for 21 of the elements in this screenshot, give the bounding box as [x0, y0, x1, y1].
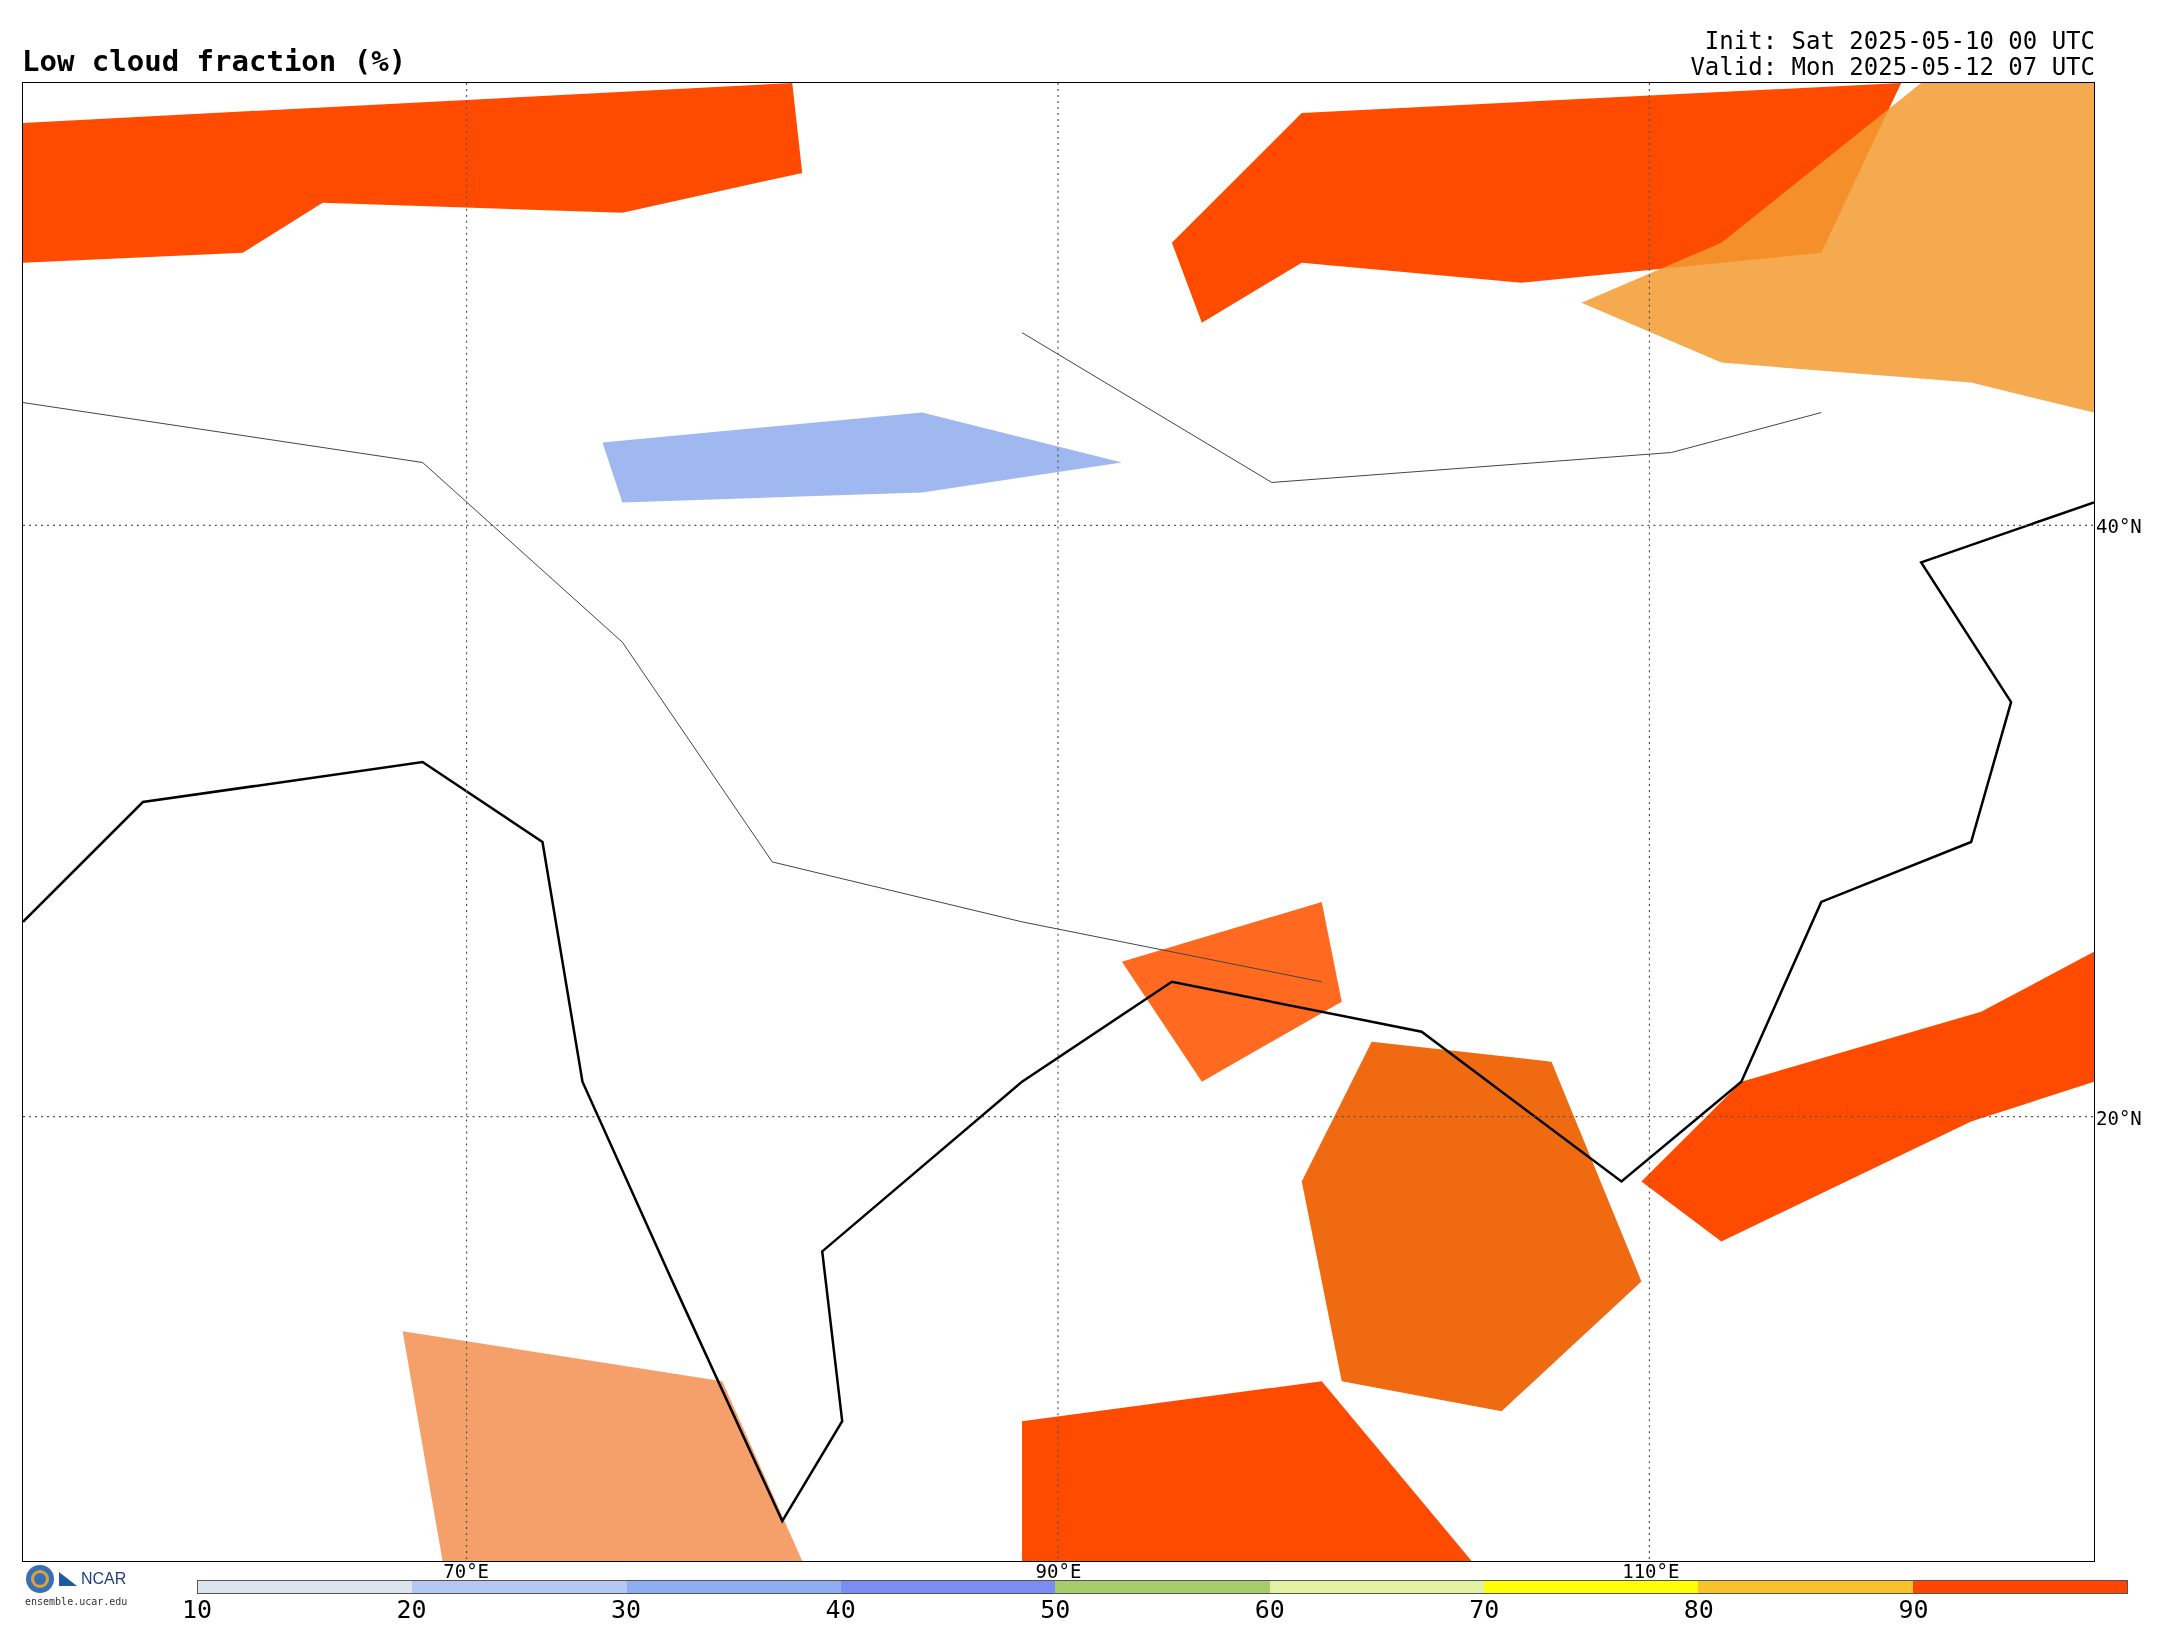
colorbar-tick-label: 40 [825, 1596, 856, 1624]
colorbar-tick-label: 30 [611, 1596, 642, 1624]
colorbar-tick-label: 10 [181, 1596, 213, 1624]
ncar-logo-icon [59, 1572, 77, 1586]
longitude-label: 90°E [1035, 1561, 1082, 1582]
latitude-label: 20°N [2095, 1108, 2142, 1128]
colorbar-tick-label: 70 [1469, 1596, 1500, 1624]
latitude-label: 40°N [2095, 516, 2142, 536]
valid-time: Valid: Mon 2025-05-12 07 UTC [1690, 56, 2095, 82]
init-time: Init: Sat 2025-05-10 00 UTC [1703, 30, 2095, 56]
website-text: ensemble.ucar.edu [25, 1595, 129, 1609]
longitude-label: 110°E [1622, 1561, 1680, 1582]
chart-title: Low cloud fraction (%) [22, 47, 407, 80]
colorbar-tick-label: 80 [1683, 1596, 1714, 1624]
seal-logo-icon [25, 1564, 55, 1594]
colorbar-tick-label: 60 [1254, 1596, 1285, 1624]
longitude-label: 70°E [443, 1561, 490, 1582]
colorbar-tick-label: 20 [396, 1596, 427, 1624]
colorbar-tick-label: 90 [1898, 1596, 1929, 1624]
logo-text: NCAR [81, 1569, 127, 1589]
colorbar-tick-label: 50 [1040, 1596, 1071, 1624]
